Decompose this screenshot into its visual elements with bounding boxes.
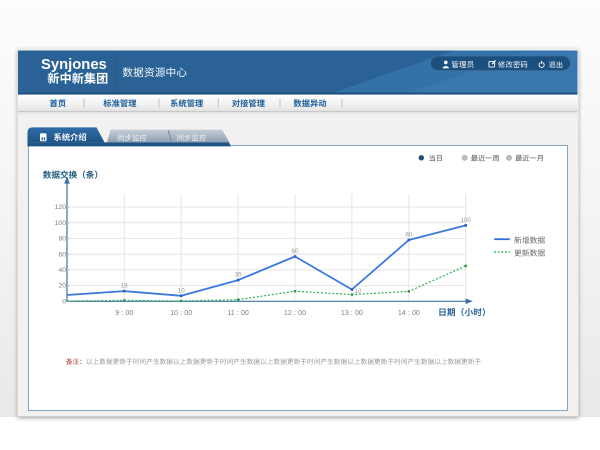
svg-text:35: 35 [235, 272, 242, 279]
svg-text:Synjones: Synjones [41, 57, 107, 73]
svg-text:40: 40 [58, 267, 66, 274]
svg-text:12:00: 12:00 [284, 310, 306, 317]
svg-text:13:00: 13:00 [341, 310, 363, 317]
svg-text:60: 60 [58, 251, 66, 258]
svg-text:80: 80 [58, 236, 66, 243]
svg-text:10: 10 [355, 288, 362, 295]
svg-text:11:00: 11:00 [227, 310, 249, 317]
svg-text:80: 80 [405, 232, 412, 239]
svg-text:10: 10 [178, 287, 185, 294]
svg-text:14:00: 14:00 [398, 310, 420, 317]
svg-text:100: 100 [55, 220, 67, 227]
svg-text:18: 18 [121, 283, 128, 290]
svg-text:20: 20 [58, 283, 66, 290]
svg-text:10:00: 10:00 [170, 310, 192, 317]
svg-text:120: 120 [55, 204, 67, 211]
svg-text:0: 0 [62, 298, 66, 305]
svg-text:100: 100 [461, 217, 472, 224]
svg-text:60: 60 [292, 248, 299, 255]
